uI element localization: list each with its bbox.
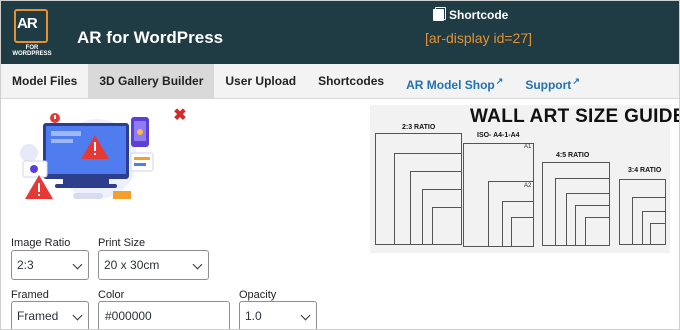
size-rectangle bbox=[432, 207, 462, 245]
remove-image-button[interactable]: ✖ bbox=[172, 108, 188, 124]
app-frame: AR FOR WORDPRESS AR for WordPress Shortc… bbox=[0, 0, 680, 330]
color-label: Color bbox=[98, 289, 125, 301]
framed-select[interactable]: Framed bbox=[11, 301, 89, 329]
iso-label: ISO- A4-1-A4 bbox=[477, 132, 520, 139]
size-rectangle bbox=[585, 217, 610, 246]
image-ratio-value: 2:3 bbox=[17, 258, 34, 272]
iso-tag: A1 bbox=[524, 144, 532, 150]
main-tabs: Model Files 3D Gallery Builder User Uplo… bbox=[1, 64, 679, 99]
chevron-down-icon bbox=[300, 310, 311, 321]
tab-support[interactable]: Support↗ bbox=[514, 64, 591, 99]
framed-value: Framed bbox=[17, 309, 59, 323]
opacity-label: Opacity bbox=[239, 289, 277, 301]
shortcode-value[interactable]: [ar-display id=27] bbox=[425, 30, 532, 46]
external-link-icon: ↗ bbox=[495, 76, 504, 86]
app-title: AR for WordPress bbox=[77, 28, 224, 47]
tab-3d-gallery-builder[interactable]: 3D Gallery Builder bbox=[88, 64, 215, 99]
guide-title: WALL ART SIZE GUIDE bbox=[470, 106, 680, 127]
tab-shortcodes[interactable]: Shortcodes bbox=[307, 64, 395, 99]
tab-label: User Upload bbox=[225, 74, 297, 88]
tab-label: Model Files bbox=[12, 74, 78, 88]
image-ratio-select[interactable]: 2:3 bbox=[11, 250, 89, 280]
tab-label: Support bbox=[525, 78, 572, 92]
size-rectangle bbox=[511, 217, 534, 247]
size-rectangle bbox=[650, 223, 666, 245]
shortcode-heading: Shortcode bbox=[433, 7, 509, 22]
ratio-label-4-5: 4:5 RATIO bbox=[556, 152, 590, 159]
print-size-value: 20 x 30cm bbox=[104, 258, 160, 272]
external-link-icon: ↗ bbox=[572, 76, 580, 86]
ratio-label-3-4: 3:4 RATIO bbox=[628, 167, 662, 174]
logo-text: AR bbox=[17, 15, 38, 32]
iso-tag: A2 bbox=[524, 183, 532, 189]
chevron-down-icon bbox=[72, 310, 83, 321]
print-size-select[interactable]: 20 x 30cm bbox=[98, 250, 209, 280]
color-input[interactable]: #000000 bbox=[98, 301, 230, 329]
color-value: #000000 bbox=[105, 309, 152, 323]
gallery-image-thumbnail bbox=[20, 113, 154, 199]
tab-model-files[interactable]: Model Files bbox=[1, 64, 88, 99]
wall-art-size-guide-image: WALL ART SIZE GUIDE 2:3 RATIO ISO- A4-1-… bbox=[370, 105, 679, 253]
tab-label: AR Model Shop bbox=[406, 78, 495, 92]
image-ratio-label: Image Ratio bbox=[11, 237, 71, 249]
chevron-down-icon bbox=[72, 259, 83, 270]
app-header: AR FOR WORDPRESS AR for WordPress Shortc… bbox=[1, 1, 679, 64]
copy-icon bbox=[433, 7, 446, 21]
tab-label: Shortcodes bbox=[318, 74, 385, 88]
opacity-select[interactable]: 1.0 bbox=[239, 301, 317, 329]
chevron-down-icon bbox=[192, 259, 203, 270]
ar-logo: AR FOR WORDPRESS bbox=[9, 9, 55, 57]
print-size-label: Print Size bbox=[98, 237, 146, 249]
ar-logo-mark: AR bbox=[14, 9, 48, 43]
tab-label: 3D Gallery Builder bbox=[99, 74, 204, 88]
ratio-label-2-3: 2:3 RATIO bbox=[402, 124, 436, 131]
shortcode-label: Shortcode bbox=[449, 8, 509, 22]
framed-label: Framed bbox=[11, 289, 49, 301]
logo-subtext: FOR WORDPRESS bbox=[12, 45, 52, 57]
opacity-value: 1.0 bbox=[245, 309, 262, 323]
tab-ar-model-shop[interactable]: AR Model Shop↗ bbox=[395, 64, 514, 99]
tab-user-upload[interactable]: User Upload bbox=[214, 64, 307, 99]
